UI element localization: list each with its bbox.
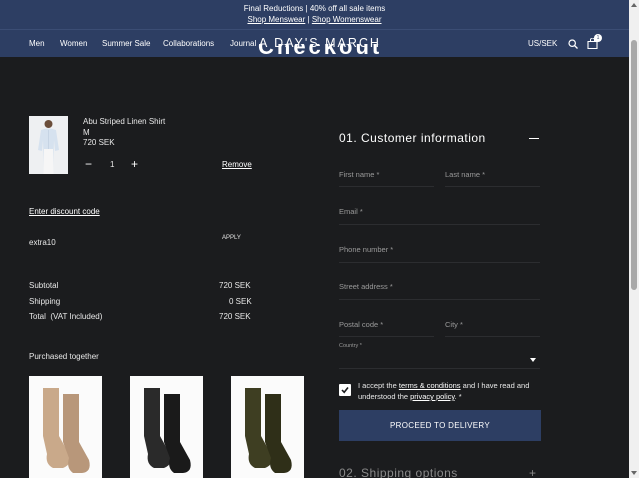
recommended-product-card[interactable] [130,376,203,478]
proceed-to-delivery-button[interactable]: PROCEED TO DELIVERY [339,410,541,441]
quantity-decrease-button[interactable]: − [85,158,92,170]
nav-item-journal[interactable]: Journal [230,39,256,48]
checkmark-icon [341,387,349,394]
shipping-options-title[interactable]: 02. Shipping options [339,466,458,478]
announcement-text: Final Reductions | 40% off all sale item… [243,4,386,13]
total-value: 720 SEK [219,312,251,321]
search-icon[interactable] [568,39,578,49]
scroll-down-icon[interactable] [631,471,637,475]
total-label: Total (VAT Included) [29,312,103,321]
privacy-policy-link[interactable]: privacy policy [410,392,454,401]
shipping-value: 0 SEK [229,297,252,306]
country-select[interactable]: Country * [339,343,362,349]
shop-womenswear-link[interactable]: Shop Womenswear [312,15,382,24]
collapse-icon[interactable] [529,138,539,139]
phone-field[interactable]: Phone number * [339,245,393,254]
sock-image-olive [245,388,292,473]
cart-item-price: 720 SEK [83,138,115,147]
email-field[interactable]: Email * [339,207,363,216]
nav-item-men[interactable]: Men [29,39,45,48]
product-thumbnail[interactable] [29,116,68,174]
purchased-together-title: Purchased together [29,352,99,361]
nav-item-collaborations[interactable]: Collaborations [163,39,214,48]
quantity-increase-button[interactable]: + [131,158,138,170]
recommended-product-card[interactable] [231,376,304,478]
customer-info-title[interactable]: 01. Customer information [339,131,486,145]
expand-icon[interactable]: + [529,466,536,478]
terms-text: I accept the terms & conditions and I ha… [358,381,530,401]
nav-item-summer-sale[interactable]: Summer Sale [102,39,150,48]
chevron-down-icon[interactable] [530,358,536,362]
discount-code-input[interactable]: extra10 [29,238,56,247]
shop-menswear-link[interactable]: Shop Menswear [247,15,305,24]
sock-image-black [144,388,191,473]
scrollbar[interactable] [629,0,639,478]
cart-count-badge: 1 [594,34,602,42]
street-address-field[interactable]: Street address * [339,282,393,291]
sock-image-beige [43,388,90,473]
apply-discount-button[interactable]: APPLY [222,235,241,241]
quantity-value: 1 [110,160,115,169]
cart-item-name[interactable]: Abu Striped Linen Shirt [83,117,165,126]
currency-selector[interactable]: US/SEK [528,39,557,48]
cart-item-size: M [83,128,90,137]
announcement-bar: Final Reductions | 40% off all sale item… [0,0,629,29]
remove-item-link[interactable]: Remove [222,160,252,169]
discount-code-link[interactable]: Enter discount code [29,207,100,216]
terms-link[interactable]: terms & conditions [399,381,461,390]
recommended-product-card[interactable] [29,376,102,478]
subtotal-value: 720 SEK [219,281,251,290]
last-name-field[interactable]: Last name * [445,170,485,179]
city-field[interactable]: City * [445,320,463,329]
page-title: Checkout [258,44,383,59]
postal-code-field[interactable]: Postal code * [339,320,383,329]
total-vat-note: (VAT Included) [50,312,103,321]
terms-checkbox[interactable] [339,384,351,396]
shipping-label: Shipping [29,297,61,306]
nav-item-women[interactable]: Women [60,39,87,48]
first-name-field[interactable]: First name * [339,170,379,179]
subtotal-label: Subtotal [29,281,59,290]
scrollbar-thumb[interactable] [631,40,637,290]
scroll-up-icon[interactable] [631,3,637,7]
